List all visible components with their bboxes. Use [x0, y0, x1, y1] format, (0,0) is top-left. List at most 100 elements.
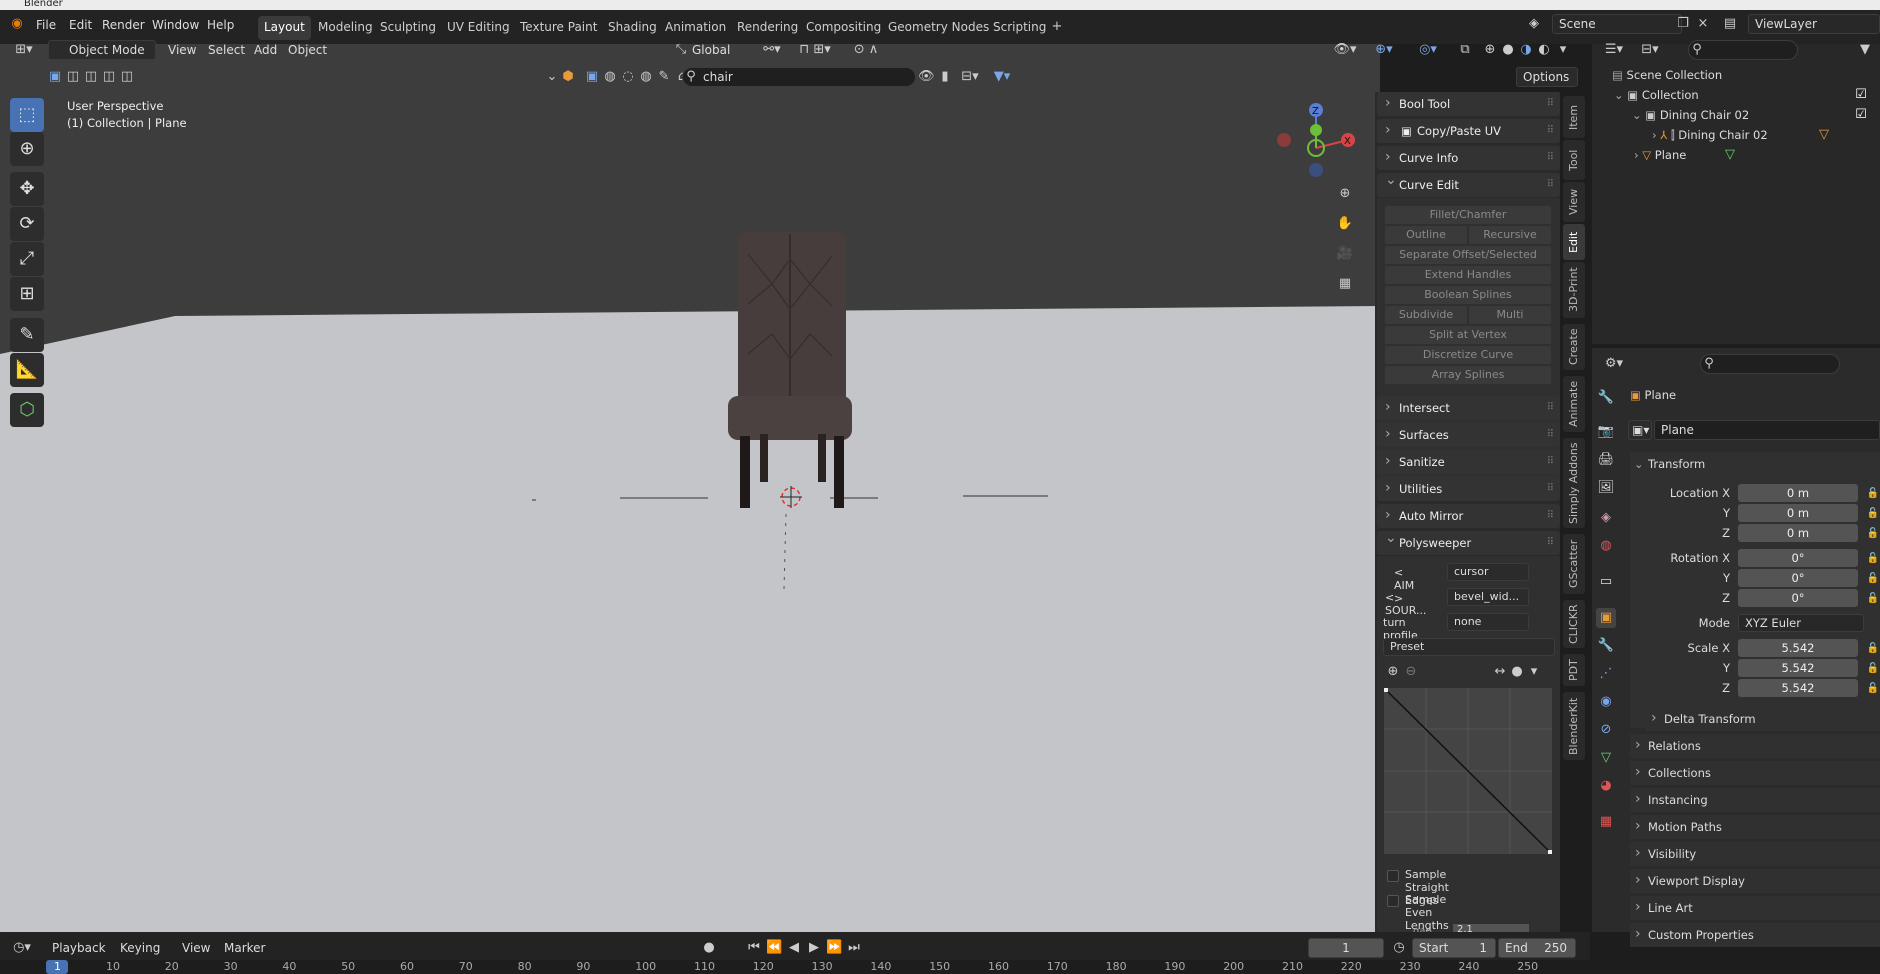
curve-extend-icon[interactable]: ↔ [1491, 662, 1509, 682]
cursor-tool[interactable]: ⊕ [10, 132, 44, 166]
view-layer-props-icon[interactable]: 🖼 [1596, 478, 1616, 498]
panel-polysweeper[interactable]: Polysweeper⠿ [1377, 526, 1560, 555]
filter-sphere-icon[interactable]: ◍ [602, 67, 618, 87]
section-relations[interactable]: Relations [1630, 733, 1880, 758]
view-layer-selector[interactable]: ViewLayer [1748, 14, 1880, 34]
tab-texture-paint[interactable]: Texture Paint [514, 16, 603, 40]
outliner-collection[interactable]: ⌄ ▣ Collection [1614, 86, 1699, 104]
particle-props-icon[interactable]: ⋰ [1596, 664, 1616, 684]
end-frame-field[interactable]: End 250 [1498, 938, 1576, 958]
tab-geometry-nodes[interactable]: Geometry Nodes [882, 16, 995, 40]
close-scene-icon[interactable]: × [1696, 14, 1710, 34]
add-workspace-icon[interactable]: + [1050, 17, 1064, 37]
menu-edit[interactable]: Edit [69, 18, 92, 32]
select-invert-icon[interactable]: ◫ [100, 67, 118, 87]
menu-select[interactable]: Select [208, 40, 245, 60]
texture-props-icon[interactable]: ▦ [1596, 812, 1616, 832]
lock-icon[interactable]: 🔓 [1866, 524, 1880, 544]
section-viewport-display[interactable]: Viewport Display [1630, 868, 1880, 893]
lock-icon[interactable]: 🔓 [1866, 679, 1880, 699]
overlay-toggle-icon[interactable]: ◎▾ [1412, 40, 1444, 60]
fillet-chamfer-button[interactable]: Fillet/Chamfer [1385, 206, 1551, 224]
filter-solid-icon[interactable]: ▣ [584, 67, 600, 87]
aim-dropdown[interactable]: cursor [1447, 563, 1529, 581]
section-visibility[interactable]: Visibility [1630, 841, 1880, 866]
sidetab-blenderkit[interactable]: BlenderKit [1563, 692, 1585, 760]
panel-intersect[interactable]: Intersect⠿ [1377, 395, 1560, 420]
separate-offset-button[interactable]: Separate Offset/Selected [1385, 246, 1551, 264]
shading-solid-icon[interactable]: ● [1500, 40, 1516, 60]
section-custom-properties[interactable]: Custom Properties [1630, 922, 1880, 947]
lock-icon[interactable]: 🔓 [1866, 569, 1880, 589]
world-props-icon[interactable]: ◍ [1596, 536, 1616, 556]
bookmark-icon[interactable]: ▮ [938, 67, 952, 87]
shading-material-icon[interactable]: ◑ [1518, 40, 1534, 60]
zoom-out-curve-icon[interactable]: ⊖ [1403, 662, 1419, 682]
menu-render[interactable]: Render [102, 18, 145, 32]
object-props-icon[interactable]: ▣ [1596, 608, 1616, 628]
zoom-in-curve-icon[interactable]: ⊕ [1385, 662, 1401, 682]
menu-window[interactable]: Window [152, 18, 199, 32]
rotation-mode-dropdown[interactable]: XYZ Euler [1738, 614, 1864, 632]
lock-icon[interactable]: 🔓 [1866, 484, 1880, 504]
transform-orientation-dropdown[interactable]: Global [692, 40, 730, 60]
zoom-icon[interactable]: ⊕ [1334, 184, 1356, 204]
physics-props-icon[interactable]: ◉ [1596, 692, 1616, 712]
lock-icon[interactable]: 🔓 [1866, 639, 1880, 659]
lock-icon[interactable]: 🔓 [1866, 659, 1880, 679]
timeline-editor-type-icon[interactable]: ◷▾ [8, 938, 36, 958]
discretize-curve-button[interactable]: Discretize Curve [1385, 346, 1551, 364]
tab-sculpting[interactable]: Sculpting [374, 16, 442, 40]
rotation-z-field[interactable]: 0° [1738, 589, 1858, 607]
next-keyframe-icon[interactable]: ⏩ [826, 938, 842, 958]
grid-view-icon[interactable]: ▦ [1334, 274, 1356, 294]
constraint-props-icon[interactable]: ⊘ [1596, 720, 1616, 740]
transform-panel-header[interactable]: ⌄ Transform [1630, 452, 1880, 476]
turn-profile-dropdown[interactable]: none [1447, 613, 1529, 631]
outliner-plane[interactable]: › ▽ Plane [1634, 146, 1686, 164]
sidetab-animate[interactable]: Animate [1563, 376, 1585, 432]
timeline-playback-menu[interactable]: Playback [52, 938, 106, 958]
navigation-gizmo[interactable]: Z X [1272, 98, 1368, 188]
data-props-icon[interactable]: ▽ [1596, 748, 1616, 768]
sidetab-gscatter[interactable]: GScatter [1563, 534, 1585, 594]
shading-wireframe-icon[interactable]: ⊕ [1482, 40, 1498, 60]
tool-props-icon[interactable]: 🔧 [1596, 388, 1616, 408]
transform-orientation-icon[interactable]: ⤡ [672, 40, 690, 60]
gizmo-toggle-icon[interactable]: ⊕▾ [1368, 40, 1400, 60]
move-tool[interactable]: ✥ [10, 172, 44, 206]
filter-drop-icon[interactable]: ◌ [620, 67, 636, 87]
select-intersect-icon[interactable]: ◫ [118, 67, 136, 87]
section-collections[interactable]: Collections [1630, 760, 1880, 785]
curve-point-icon[interactable]: ● [1509, 662, 1525, 682]
sidetab-pdt[interactable]: PDT [1563, 654, 1585, 686]
modifier-props-icon[interactable]: 🔧 [1596, 636, 1616, 656]
lock-icon[interactable]: 🔓 [1866, 589, 1880, 609]
timeline-view-menu[interactable]: View [182, 938, 210, 958]
outliner-scene-collection[interactable]: ▤ Scene Collection [1612, 66, 1722, 84]
blender-logo-icon[interactable]: ◉ [8, 14, 26, 34]
sidetab-view[interactable]: View [1563, 182, 1585, 222]
tab-rendering[interactable]: Rendering [731, 16, 804, 40]
annotate-tool[interactable]: ✎ [10, 318, 44, 352]
camera-icon[interactable]: 🎥 [1334, 244, 1356, 264]
add-cube-tool[interactable]: ⬡ [10, 393, 44, 427]
layout-icon[interactable]: ⊟▾ [958, 67, 982, 87]
timeline-keying-menu[interactable]: Keying [120, 938, 160, 958]
outliner-display-mode-icon[interactable]: ⊟▾ [1636, 40, 1664, 60]
tab-shading[interactable]: Shading [602, 16, 663, 40]
tab-compositing[interactable]: Compositing [800, 16, 887, 40]
sidetab-clickr[interactable]: CLICKR [1563, 600, 1585, 648]
sidetab-3d-print[interactable]: 3D-Print [1563, 262, 1585, 318]
lock-icon[interactable]: 🔓 [1866, 549, 1880, 569]
panel-curve-edit[interactable]: Curve Edit⠿ [1377, 168, 1560, 197]
proportional-edit-icon[interactable]: ⊙ ∧ [846, 40, 886, 60]
filter-world-icon[interactable]: ◍ [638, 67, 654, 87]
gizmo-z-neg[interactable] [1309, 163, 1323, 177]
section-motion-paths[interactable]: Motion Paths [1630, 814, 1880, 839]
sidetab-edit[interactable]: Edit [1563, 224, 1585, 260]
scene-icon[interactable]: ◈ [1524, 14, 1544, 34]
scene-selector[interactable]: Scene [1552, 14, 1682, 34]
menu-file[interactable]: File [36, 18, 56, 32]
tab-animation[interactable]: Animation [659, 16, 732, 40]
